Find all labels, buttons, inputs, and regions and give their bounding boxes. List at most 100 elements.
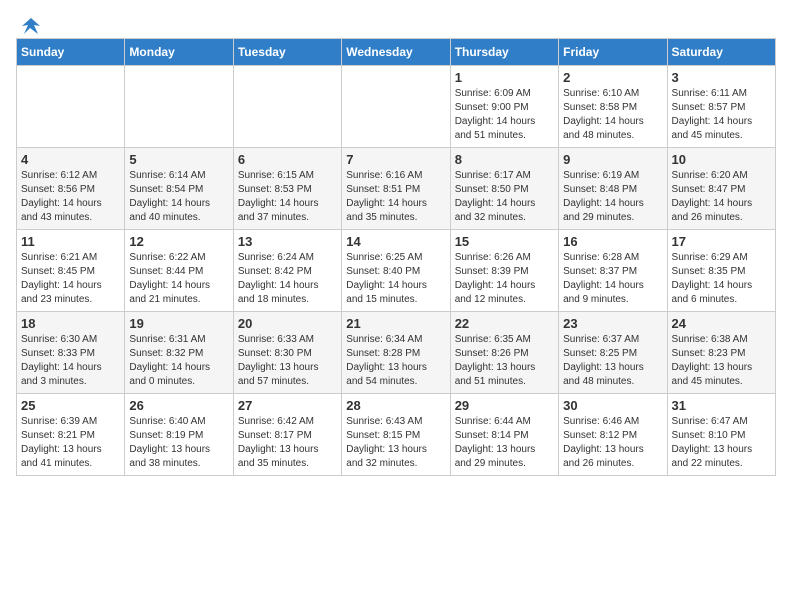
page-header — [16, 16, 776, 32]
column-header-friday: Friday — [559, 39, 667, 66]
calendar-cell: 11 Sunrise: 6:21 AM Sunset: 8:45 PM Dayli… — [17, 230, 125, 312]
day-number: 30 — [563, 398, 662, 413]
day-number: 25 — [21, 398, 120, 413]
calendar-cell: 21Sunrise: 6:34 AM Sunset: 8:28 PM Dayli… — [342, 312, 450, 394]
calendar-cell: 8 Sunrise: 6:17 AM Sunset: 8:50 PM Daylig… — [450, 148, 558, 230]
calendar-cell: 20 Sunrise: 6:33 AM Sunset: 8:30 PM Dayli… — [233, 312, 341, 394]
calendar-week-2: 4 Sunrise: 6:12 AM Sunset: 8:56 PM Daylig… — [17, 148, 776, 230]
day-number: 6 — [238, 152, 337, 167]
day-info: Sunrise: 6:22 AM Sunset: 8:44 PM Dayligh… — [129, 251, 228, 307]
calendar-cell: 31 Sunrise: 6:47 AM Sunset: 8:10 PM Dayli… — [667, 394, 775, 476]
day-info: Sunrise: 6:28 AM Sunset: 8:37 PM Dayligh… — [563, 251, 662, 307]
calendar-cell: 30 Sunrise: 6:46 AM Sunset: 8:12 PM Dayli… — [559, 394, 667, 476]
column-header-tuesday: Tuesday — [233, 39, 341, 66]
calendar-cell: 26 Sunrise: 6:40 AM Sunset: 8:19 PM Dayli… — [125, 394, 233, 476]
day-info: Sunrise: 6:19 AM Sunset: 8:48 PM Dayligh… — [563, 169, 662, 225]
day-info: Sunrise: 6:20 AM Sunset: 8:47 PM Dayligh… — [672, 169, 771, 225]
day-number: 28 — [346, 398, 445, 413]
day-info: Sunrise: 6:43 AM Sunset: 8:15 PM Dayligh… — [346, 415, 445, 471]
calendar-cell: 19 Sunrise: 6:31 AM Sunset: 8:32 PM Dayli… — [125, 312, 233, 394]
day-number: 22 — [455, 316, 554, 331]
day-info: Sunrise: 6:46 AM Sunset: 8:12 PM Dayligh… — [563, 415, 662, 471]
calendar-cell: 3 Sunrise: 6:11 AM Sunset: 8:57 PM Daylig… — [667, 66, 775, 148]
day-info: Sunrise: 6:26 AM Sunset: 8:39 PM Dayligh… — [455, 251, 554, 307]
calendar-cell — [125, 66, 233, 148]
calendar-cell: 10 Sunrise: 6:20 AM Sunset: 8:47 PM Dayli… — [667, 148, 775, 230]
calendar-cell: 13 Sunrise: 6:24 AM Sunset: 8:42 PM Dayli… — [233, 230, 341, 312]
calendar-week-5: 25 Sunrise: 6:39 AM Sunset: 8:21 PM Dayli… — [17, 394, 776, 476]
calendar-week-4: 18 Sunrise: 6:30 AM Sunset: 8:33 PM Dayli… — [17, 312, 776, 394]
logo-bird-icon — [20, 16, 42, 38]
column-header-saturday: Saturday — [667, 39, 775, 66]
calendar-cell: 4 Sunrise: 6:12 AM Sunset: 8:56 PM Daylig… — [17, 148, 125, 230]
day-number: 11 — [21, 234, 120, 249]
calendar-cell: 24Sunrise: 6:38 AM Sunset: 8:23 PM Dayli… — [667, 312, 775, 394]
calendar-cell: 9 Sunrise: 6:19 AM Sunset: 8:48 PM Daylig… — [559, 148, 667, 230]
day-number: 10 — [672, 152, 771, 167]
day-info: Sunrise: 6:11 AM Sunset: 8:57 PM Dayligh… — [672, 87, 771, 143]
day-info: Sunrise: 6:12 AM Sunset: 8:56 PM Dayligh… — [21, 169, 120, 225]
day-number: 2 — [563, 70, 662, 85]
day-info: Sunrise: 6:40 AM Sunset: 8:19 PM Dayligh… — [129, 415, 228, 471]
day-number: 19 — [129, 316, 228, 331]
day-info: Sunrise: 6:47 AM Sunset: 8:10 PM Dayligh… — [672, 415, 771, 471]
day-info: Sunrise: 6:29 AM Sunset: 8:35 PM Dayligh… — [672, 251, 771, 307]
day-info: Sunrise: 6:30 AM Sunset: 8:33 PM Dayligh… — [21, 333, 120, 389]
day-info: Sunrise: 6:37 AM Sunset: 8:25 PM Dayligh… — [563, 333, 662, 389]
calendar-cell: 17Sunrise: 6:29 AM Sunset: 8:35 PM Dayli… — [667, 230, 775, 312]
calendar-cell: 7 Sunrise: 6:16 AM Sunset: 8:51 PM Daylig… — [342, 148, 450, 230]
day-number: 5 — [129, 152, 228, 167]
day-number: 8 — [455, 152, 554, 167]
day-number: 23 — [563, 316, 662, 331]
day-info: Sunrise: 6:09 AM Sunset: 9:00 PM Dayligh… — [455, 87, 554, 143]
day-number: 3 — [672, 70, 771, 85]
calendar-cell: 28 Sunrise: 6:43 AM Sunset: 8:15 PM Dayli… — [342, 394, 450, 476]
calendar-table: SundayMondayTuesdayWednesdayThursdayFrid… — [16, 38, 776, 476]
day-info: Sunrise: 6:24 AM Sunset: 8:42 PM Dayligh… — [238, 251, 337, 307]
calendar-cell: 23 Sunrise: 6:37 AM Sunset: 8:25 PM Dayli… — [559, 312, 667, 394]
day-number: 24 — [672, 316, 771, 331]
calendar-cell: 12 Sunrise: 6:22 AM Sunset: 8:44 PM Dayli… — [125, 230, 233, 312]
day-info: Sunrise: 6:35 AM Sunset: 8:26 PM Dayligh… — [455, 333, 554, 389]
calendar-cell: 18 Sunrise: 6:30 AM Sunset: 8:33 PM Dayli… — [17, 312, 125, 394]
day-number: 18 — [21, 316, 120, 331]
day-number: 1 — [455, 70, 554, 85]
calendar-cell: 6 Sunrise: 6:15 AM Sunset: 8:53 PM Daylig… — [233, 148, 341, 230]
calendar-cell: 14 Sunrise: 6:25 AM Sunset: 8:40 PM Dayli… — [342, 230, 450, 312]
calendar-cell: 25 Sunrise: 6:39 AM Sunset: 8:21 PM Dayli… — [17, 394, 125, 476]
day-info: Sunrise: 6:31 AM Sunset: 8:32 PM Dayligh… — [129, 333, 228, 389]
day-number: 9 — [563, 152, 662, 167]
calendar-cell: 22 Sunrise: 6:35 AM Sunset: 8:26 PM Dayli… — [450, 312, 558, 394]
day-info: Sunrise: 6:42 AM Sunset: 8:17 PM Dayligh… — [238, 415, 337, 471]
column-header-monday: Monday — [125, 39, 233, 66]
day-info: Sunrise: 6:33 AM Sunset: 8:30 PM Dayligh… — [238, 333, 337, 389]
column-header-sunday: Sunday — [17, 39, 125, 66]
calendar-cell — [233, 66, 341, 148]
day-info: Sunrise: 6:21 AM Sunset: 8:45 PM Dayligh… — [21, 251, 120, 307]
day-info: Sunrise: 6:44 AM Sunset: 8:14 PM Dayligh… — [455, 415, 554, 471]
day-info: Sunrise: 6:14 AM Sunset: 8:54 PM Dayligh… — [129, 169, 228, 225]
column-header-thursday: Thursday — [450, 39, 558, 66]
day-number: 4 — [21, 152, 120, 167]
day-info: Sunrise: 6:25 AM Sunset: 8:40 PM Dayligh… — [346, 251, 445, 307]
day-number: 20 — [238, 316, 337, 331]
day-number: 12 — [129, 234, 228, 249]
calendar-cell: 2Sunrise: 6:10 AM Sunset: 8:58 PM Daylig… — [559, 66, 667, 148]
day-number: 26 — [129, 398, 228, 413]
day-number: 14 — [346, 234, 445, 249]
day-number: 13 — [238, 234, 337, 249]
day-number: 15 — [455, 234, 554, 249]
calendar-cell — [342, 66, 450, 148]
day-number: 7 — [346, 152, 445, 167]
day-info: Sunrise: 6:39 AM Sunset: 8:21 PM Dayligh… — [21, 415, 120, 471]
calendar-cell: 16Sunrise: 6:28 AM Sunset: 8:37 PM Dayli… — [559, 230, 667, 312]
day-info: Sunrise: 6:17 AM Sunset: 8:50 PM Dayligh… — [455, 169, 554, 225]
calendar-cell — [17, 66, 125, 148]
calendar-cell: 5 Sunrise: 6:14 AM Sunset: 8:54 PM Daylig… — [125, 148, 233, 230]
day-number: 31 — [672, 398, 771, 413]
day-info: Sunrise: 6:15 AM Sunset: 8:53 PM Dayligh… — [238, 169, 337, 225]
calendar-week-1: 1 Sunrise: 6:09 AM Sunset: 9:00 PM Daylig… — [17, 66, 776, 148]
calendar-cell: 1 Sunrise: 6:09 AM Sunset: 9:00 PM Daylig… — [450, 66, 558, 148]
day-info: Sunrise: 6:16 AM Sunset: 8:51 PM Dayligh… — [346, 169, 445, 225]
day-number: 29 — [455, 398, 554, 413]
